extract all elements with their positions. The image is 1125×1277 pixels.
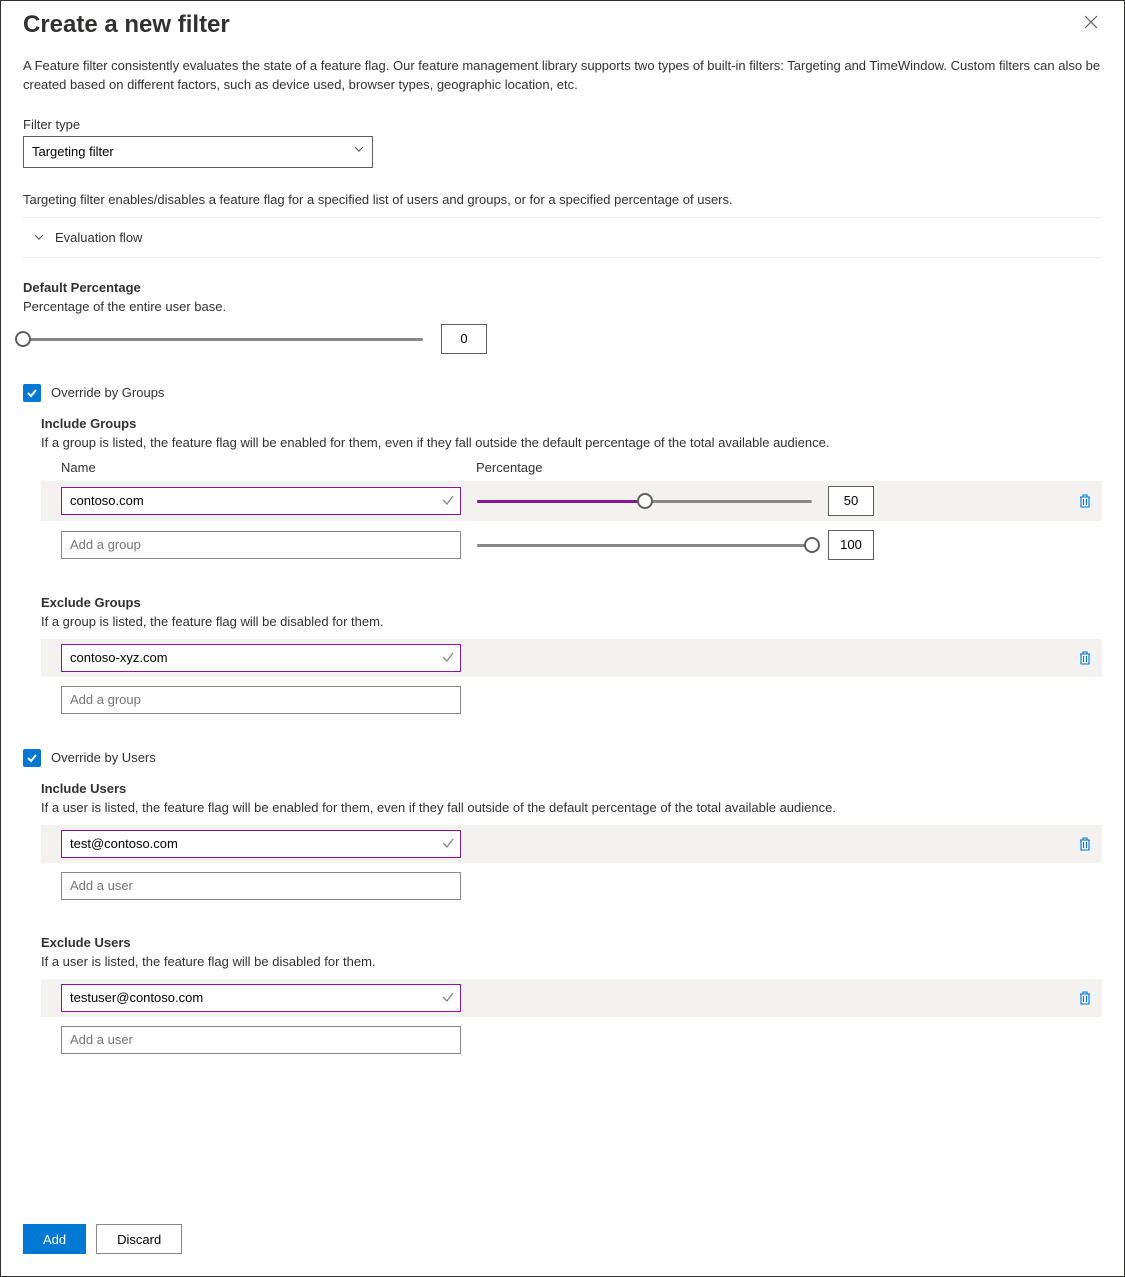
- group-percentage-input[interactable]: [828, 486, 874, 516]
- override-users-label: Override by Users: [51, 750, 156, 765]
- add-exclude-group-input[interactable]: [61, 686, 461, 714]
- override-groups-label: Override by Groups: [51, 385, 164, 400]
- include-groups-desc: If a group is listed, the feature flag w…: [41, 435, 1102, 450]
- default-percentage-slider[interactable]: [23, 331, 423, 347]
- checkmark-icon: [441, 493, 455, 507]
- targeting-description: Targeting filter enables/disables a feat…: [23, 192, 1102, 207]
- default-percentage-desc: Percentage of the entire user base.: [23, 299, 1102, 314]
- include-groups-title: Include Groups: [41, 416, 1102, 431]
- add-group-input[interactable]: [61, 531, 461, 559]
- default-percentage-title: Default Percentage: [23, 280, 1102, 295]
- chevron-down-icon: [33, 231, 45, 243]
- intro-text: A Feature filter consistently evaluates …: [23, 57, 1102, 95]
- checkmark-icon: [441, 650, 455, 664]
- exclude-group-row: [41, 639, 1102, 677]
- evaluation-flow-expander[interactable]: Evaluation flow: [23, 217, 1102, 258]
- add-group-percentage-input[interactable]: [828, 530, 874, 560]
- exclude-group-input[interactable]: [61, 644, 461, 672]
- include-user-row: [41, 825, 1102, 863]
- exclude-users-desc: If a user is listed, the feature flag wi…: [41, 954, 1102, 969]
- override-users-checkbox[interactable]: [23, 749, 41, 767]
- include-users-desc: If a user is listed, the feature flag wi…: [41, 800, 1102, 815]
- checkmark-icon: [441, 836, 455, 850]
- delete-icon[interactable]: [1078, 650, 1092, 666]
- include-users-title: Include Users: [41, 781, 1102, 796]
- default-percentage-input[interactable]: [441, 324, 487, 354]
- exclude-users-title: Exclude Users: [41, 935, 1102, 950]
- filter-type-select[interactable]: Targeting filter: [23, 136, 373, 168]
- add-group-row: [41, 525, 1102, 565]
- add-include-user-input[interactable]: [61, 872, 461, 900]
- include-group-row: [41, 481, 1102, 521]
- override-groups-checkbox[interactable]: [23, 384, 41, 402]
- add-exclude-user-row: [41, 1021, 1102, 1059]
- add-button[interactable]: Add: [23, 1224, 86, 1254]
- discard-button[interactable]: Discard: [96, 1224, 182, 1254]
- add-exclude-group-row: [41, 681, 1102, 719]
- delete-icon[interactable]: [1078, 493, 1092, 509]
- add-exclude-user-input[interactable]: [61, 1026, 461, 1054]
- checkmark-icon: [441, 990, 455, 1004]
- delete-icon[interactable]: [1078, 990, 1092, 1006]
- add-group-slider[interactable]: [477, 537, 812, 553]
- column-percentage: Percentage: [476, 460, 543, 475]
- exclude-user-input[interactable]: [61, 984, 461, 1012]
- group-percentage-slider[interactable]: [477, 493, 812, 509]
- group-name-input[interactable]: [61, 487, 461, 515]
- panel-title: Create a new filter: [23, 11, 230, 39]
- exclude-groups-title: Exclude Groups: [41, 595, 1102, 610]
- exclude-user-row: [41, 979, 1102, 1017]
- add-include-user-row: [41, 867, 1102, 905]
- exclude-groups-desc: If a group is listed, the feature flag w…: [41, 614, 1102, 629]
- column-name: Name: [61, 460, 476, 475]
- delete-icon[interactable]: [1078, 836, 1092, 852]
- close-icon[interactable]: [1080, 11, 1102, 33]
- evaluation-flow-label: Evaluation flow: [55, 230, 142, 245]
- filter-type-label: Filter type: [23, 117, 1102, 132]
- include-user-input[interactable]: [61, 830, 461, 858]
